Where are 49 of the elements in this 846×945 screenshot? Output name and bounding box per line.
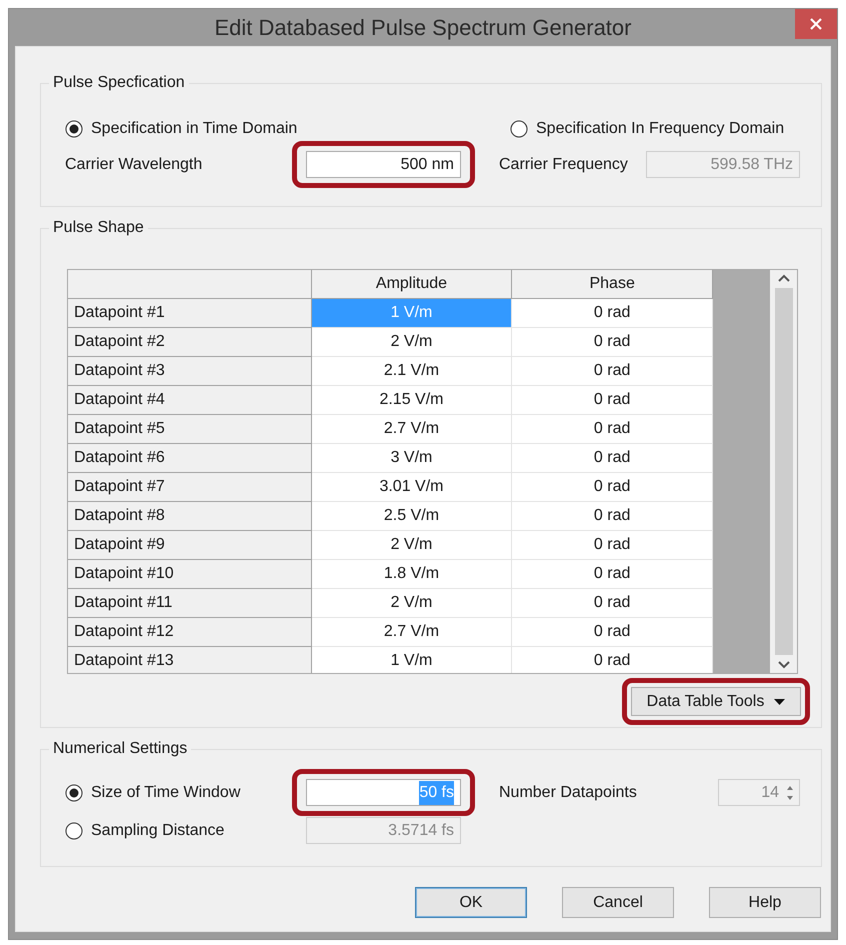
field-label: Carrier Frequency: [499, 154, 629, 174]
table-cell[interactable]: 2.15 V/m: [312, 386, 512, 415]
radio-button[interactable]: Specification In Frequency Domain: [510, 117, 784, 141]
window-title: Edit Databased Pulse Spectrum Generator: [214, 14, 632, 42]
row-header[interactable]: Datapoint #3: [68, 357, 312, 386]
row-header[interactable]: Datapoint #9: [68, 531, 312, 560]
table-cell[interactable]: 2.7 V/m: [312, 618, 512, 647]
group-title: Pulse Shape: [49, 218, 148, 238]
field-label: Carrier Wavelength: [65, 154, 204, 174]
row-header[interactable]: Datapoint #12: [68, 618, 312, 647]
row-header[interactable]: Datapoint #11: [68, 589, 312, 618]
row-header[interactable]: Datapoint #8: [68, 502, 312, 531]
dropdown-button[interactable]: Data Table Tools: [631, 687, 801, 716]
table-cell[interactable]: 2.5 V/m: [312, 502, 512, 531]
row-header[interactable]: Datapoint #7: [68, 473, 312, 502]
table-cell[interactable]: 3 V/m: [312, 444, 512, 473]
dialog-button[interactable]: Cancel: [562, 887, 674, 918]
input-field[interactable]: 500 nm: [306, 151, 461, 178]
scroll-thumb[interactable]: [774, 288, 793, 655]
column-header[interactable]: Amplitude: [312, 270, 512, 299]
caret-icon: [774, 698, 786, 704]
field-label: Number Datapoints: [499, 782, 638, 802]
row-header[interactable]: Datapoint #2: [68, 328, 312, 357]
table-cell[interactable]: 1 V/m: [312, 647, 512, 673]
group-title: Numerical Settings: [49, 739, 192, 759]
scroll-down-icon[interactable]: [778, 661, 790, 669]
row-header[interactable]: Datapoint #10: [68, 560, 312, 589]
radio-button[interactable]: Specification in Time Domain: [65, 117, 510, 141]
close-button[interactable]: [795, 9, 837, 39]
table-cell[interactable]: 2.7 V/m: [312, 415, 512, 444]
table-cell[interactable]: 2 V/m: [312, 328, 512, 357]
group-title: Pulse Specfication: [49, 73, 189, 93]
table-cell[interactable]: 2 V/m: [312, 589, 512, 618]
row-header[interactable]: Datapoint #6: [68, 444, 312, 473]
radio-button[interactable]: Sampling Distance: [65, 818, 292, 842]
table-cell[interactable]: 3.01 V/m: [312, 473, 512, 502]
table-cell[interactable]: 2.1 V/m: [312, 357, 512, 386]
row-header[interactable]: Datapoint #1: [68, 299, 312, 328]
table-cell[interactable]: 1.8 V/m: [312, 560, 512, 589]
row-header[interactable]: Datapoint #5: [68, 415, 312, 444]
table-cell[interactable]: 2 V/m: [312, 531, 512, 560]
radio-button[interactable]: Size of Time Window: [65, 780, 292, 804]
column-header[interactable]: Phase: [512, 270, 713, 299]
close-icon: [809, 17, 823, 31]
row-header[interactable]: Datapoint #13: [68, 647, 312, 673]
dialog-button[interactable]: Help: [709, 887, 821, 918]
scroll-up-icon[interactable]: [778, 274, 790, 282]
ok-button[interactable]: OK: [415, 887, 527, 918]
row-header[interactable]: Datapoint #4: [68, 386, 312, 415]
